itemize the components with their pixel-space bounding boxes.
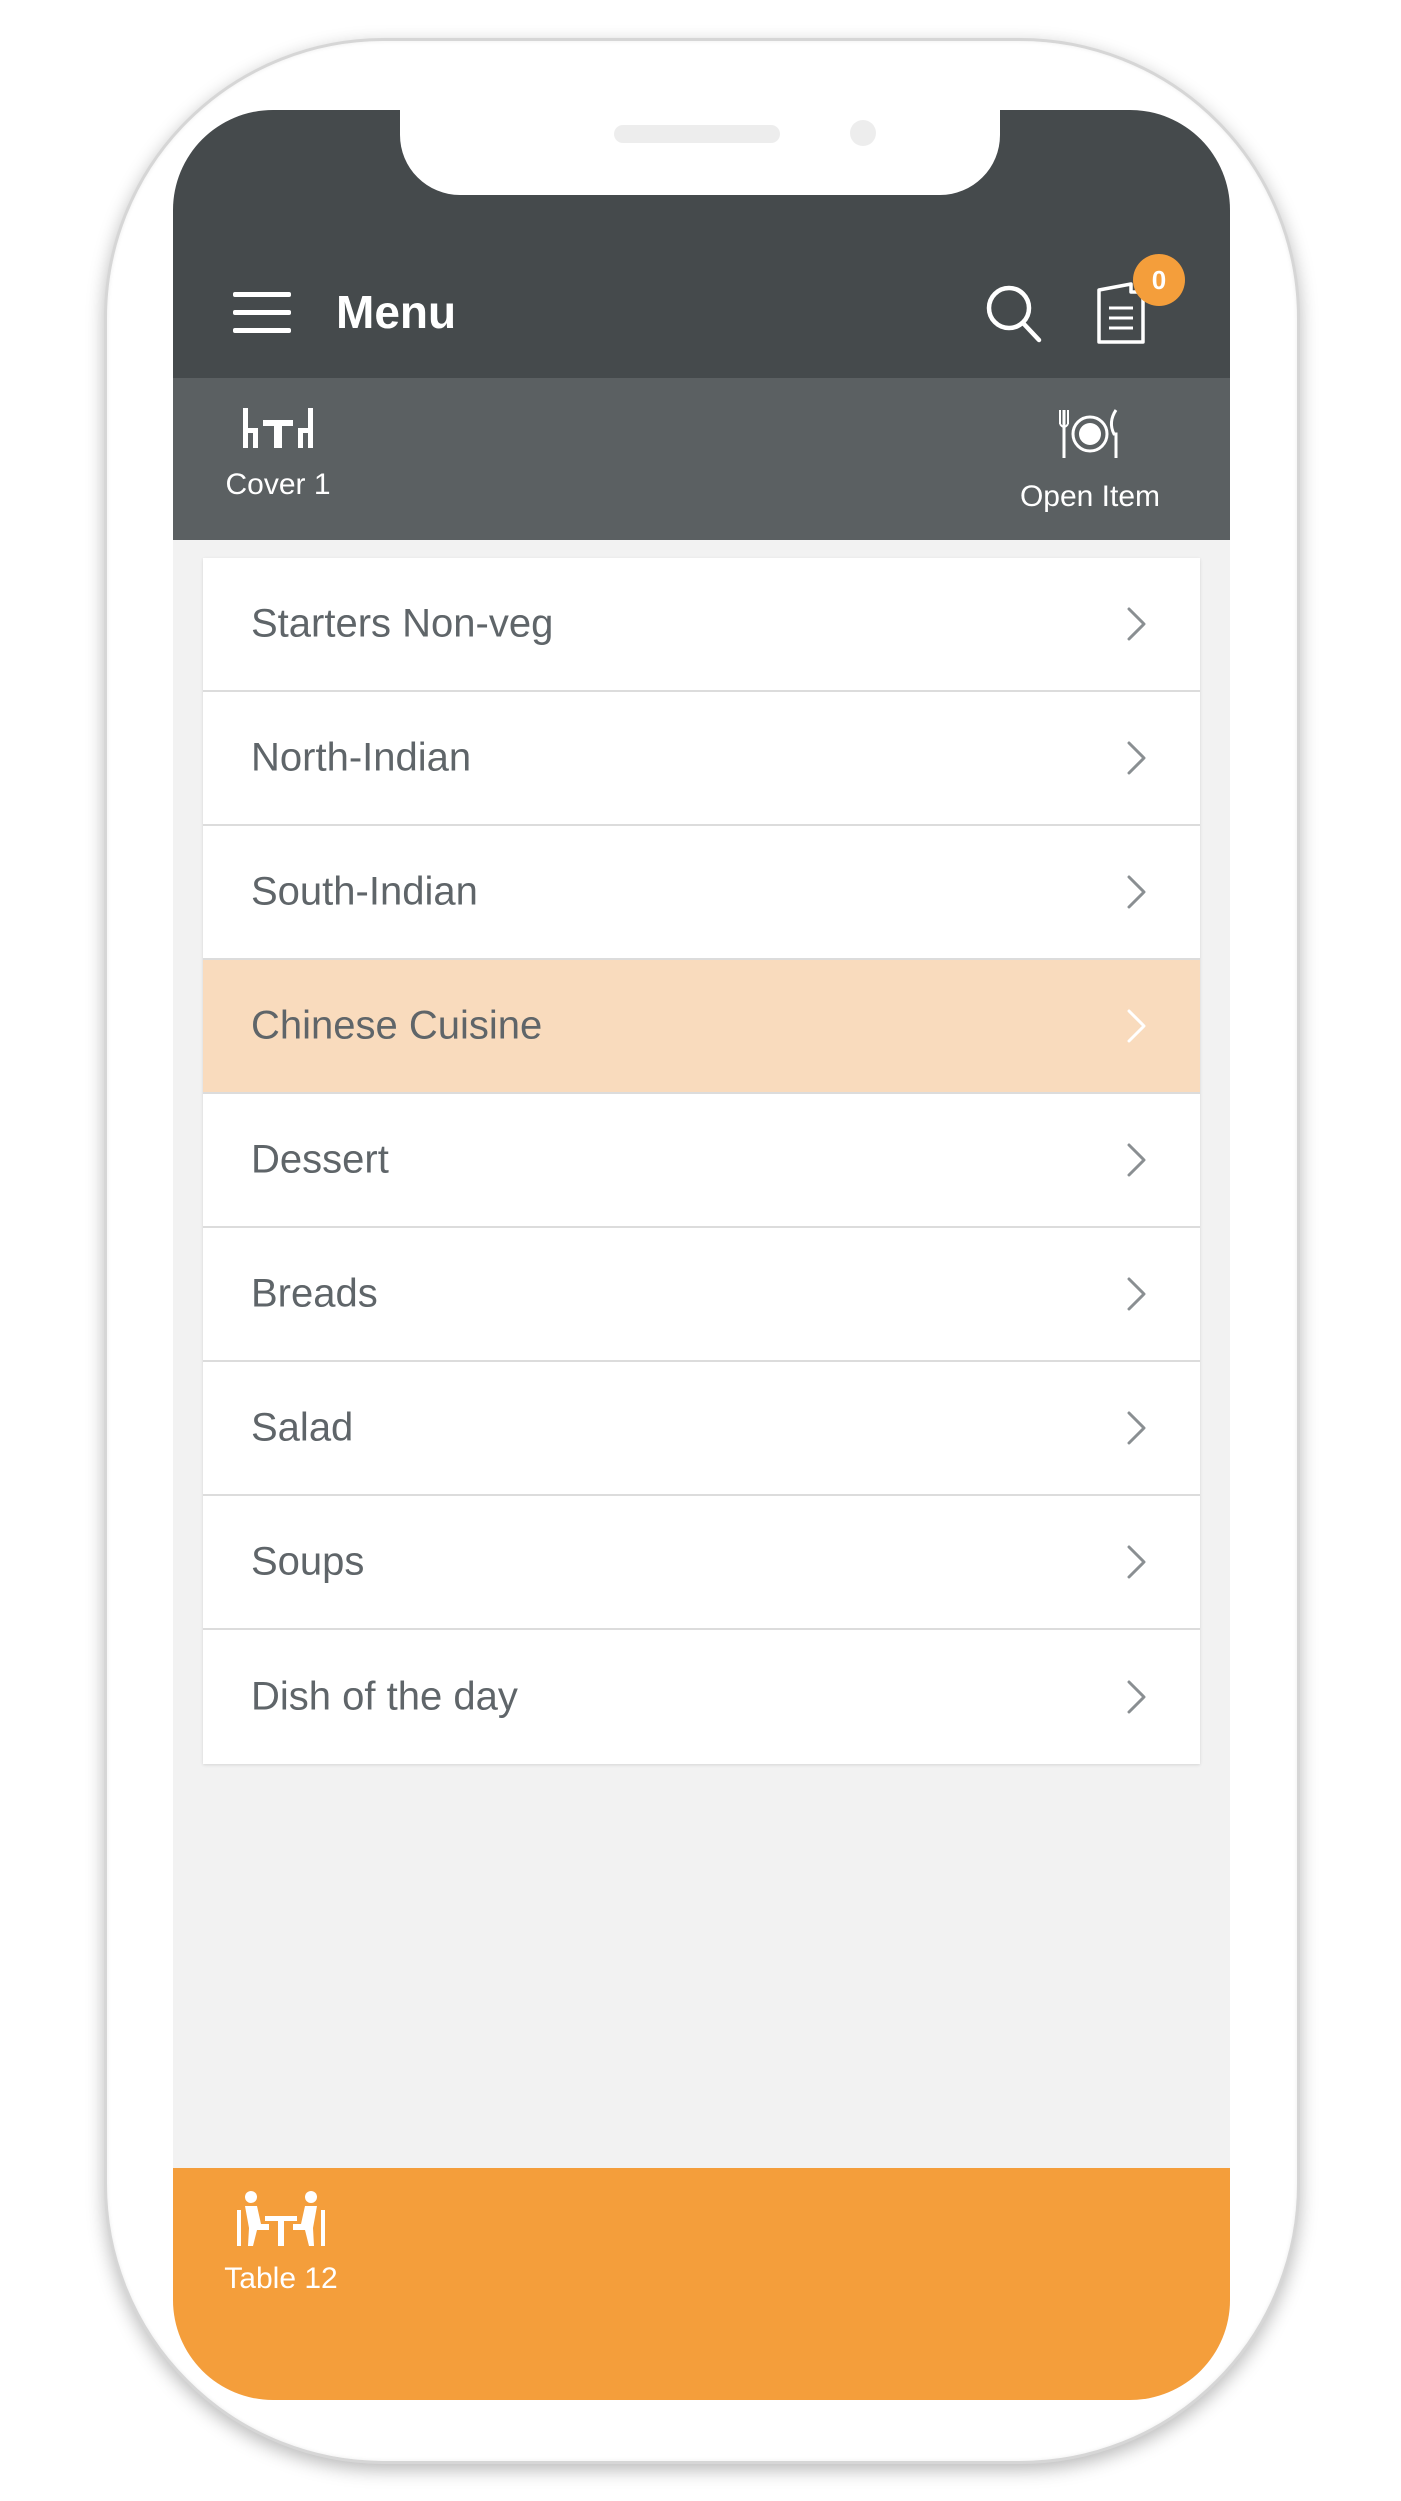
dining-table-icon: [237, 2191, 325, 2246]
menu-category-item[interactable]: Starters Non-veg: [203, 558, 1200, 692]
table-selector[interactable]: Table 12: [211, 2190, 351, 2296]
chevron-right-icon: [1127, 741, 1146, 775]
chevron-right-icon: [1127, 607, 1146, 641]
order-count-badge: 0: [1133, 254, 1185, 306]
menu-category-list: Starters Non-veg North-Indian South-Indian…: [203, 558, 1200, 1764]
menu-category-label: Starters Non-veg: [251, 601, 554, 646]
menu-category-label: Breads: [251, 1271, 378, 1316]
hamburger-icon[interactable]: [233, 292, 291, 334]
page-title: Menu: [336, 286, 457, 338]
chevron-right-icon: [1127, 1411, 1146, 1445]
cover-label: Cover 1: [225, 468, 331, 501]
plate-cutlery-icon: [1059, 409, 1118, 458]
menu-category-label: Dessert: [251, 1137, 389, 1182]
menu-category-item[interactable]: Breads: [203, 1228, 1200, 1362]
phone-camera: [850, 120, 876, 146]
menu-category-label: South-Indian: [251, 869, 478, 914]
cover-selector[interactable]: Cover 1: [208, 406, 348, 502]
menu-category-label: Chinese Cuisine: [251, 1003, 543, 1048]
table-label: Table 12: [224, 2262, 338, 2295]
app-screen: Menu 0 Cover 1 Open Item Starters Non-ve…: [173, 110, 1230, 2400]
phone-notch: [400, 110, 1000, 195]
menu-category-item[interactable]: Soups: [203, 1496, 1200, 1630]
menu-category-item[interactable]: Chinese Cuisine: [203, 960, 1200, 1094]
open-item-button[interactable]: Open Item: [990, 406, 1190, 514]
menu-category-label: Soups: [251, 1539, 365, 1584]
chevron-right-icon: [1127, 1545, 1146, 1579]
menu-category-item[interactable]: Salad: [203, 1362, 1200, 1496]
chevron-right-icon: [1127, 1680, 1146, 1714]
menu-category-item[interactable]: Dish of the day: [203, 1630, 1200, 1764]
menu-category-item[interactable]: South-Indian: [203, 826, 1200, 960]
open-item-label: Open Item: [1019, 480, 1161, 513]
menu-category-item[interactable]: North-Indian: [203, 692, 1200, 826]
table-footer: Table 12: [173, 2168, 1230, 2400]
menu-category-label: Salad: [251, 1405, 354, 1450]
chevron-right-icon: [1127, 1143, 1146, 1177]
chevron-right-icon: [1127, 875, 1146, 909]
menu-category-label: Dish of the day: [251, 1674, 518, 1719]
chevron-right-icon: [1127, 1009, 1146, 1043]
phone-speaker: [614, 125, 780, 143]
table-cover-icon: [243, 408, 313, 448]
menu-category-item[interactable]: Dessert: [203, 1094, 1200, 1228]
chevron-right-icon: [1127, 1277, 1146, 1311]
menu-category-label: North-Indian: [251, 735, 472, 780]
order-subheader: Cover 1 Open Item: [173, 378, 1230, 540]
search-icon[interactable]: [983, 282, 1043, 344]
